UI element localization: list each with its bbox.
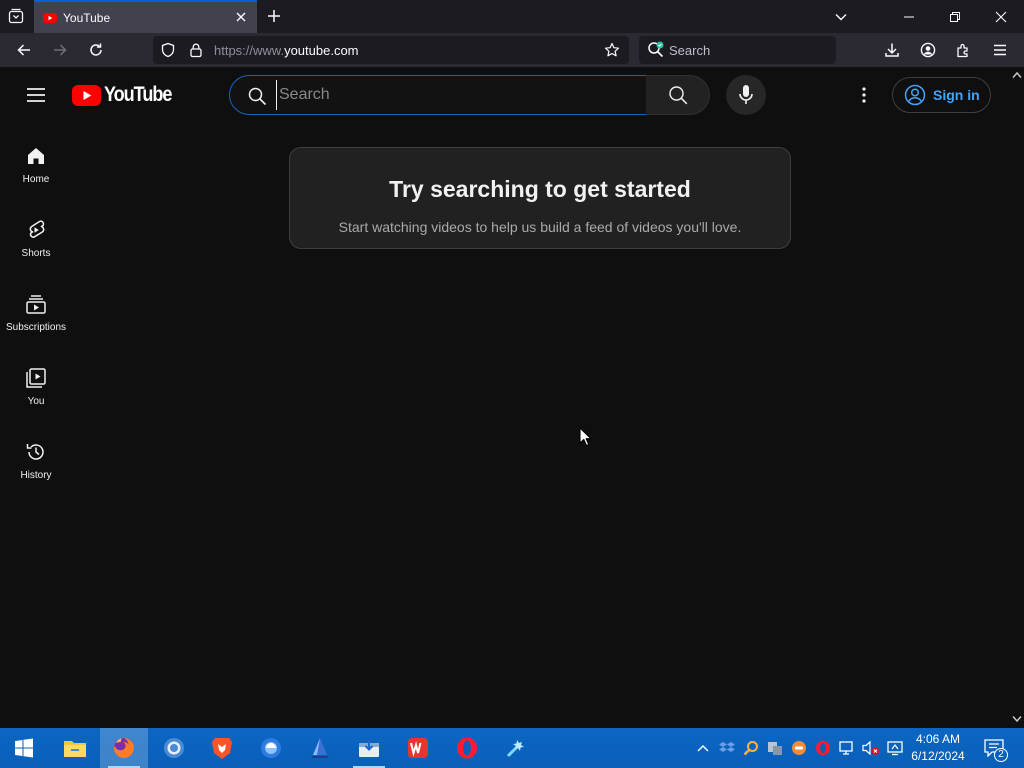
notification-count-badge: 2 [994,748,1008,762]
sailboat-icon[interactable] [296,728,344,768]
url-bar[interactable]: https://www.youtube.com [153,36,629,64]
tray-opera-icon[interactable] [812,728,834,768]
url-scheme: https://www. [214,43,285,58]
tab-youtube[interactable]: YouTube [34,0,257,33]
search-engine-icon [647,41,665,59]
opera-icon[interactable] [443,728,491,768]
youtube-wordmark: YouTube [104,83,172,106]
lock-icon[interactable] [188,42,204,58]
browser-toolbar: https://www.youtube.com Search [0,33,1024,67]
chevron-down-icon[interactable] [831,7,851,27]
url-text[interactable]: https://www.youtube.com [214,43,359,58]
guide-item-you[interactable]: You [4,345,68,419]
windows-taskbar: 4:06 AM 6/12/2024 [0,728,1024,768]
empty-feed-promo: Try searching to get started Start watch… [289,147,791,249]
sign-in-label: Sign in [933,87,980,103]
history-icon [26,444,44,460]
scroll-down-icon[interactable] [1012,714,1022,724]
sign-in-button[interactable]: Sign in [892,77,991,113]
yt-search-input[interactable] [276,80,636,110]
chrome-icon[interactable] [150,728,198,768]
windows-start-icon[interactable] [0,728,48,768]
download-icon[interactable] [880,38,904,62]
home-icon [28,148,44,164]
search-icon [668,86,687,105]
youtube-logo-icon [72,84,101,106]
you-icon [26,368,46,388]
tray-display-icon[interactable] [884,728,906,768]
wps-icon[interactable] [394,728,442,768]
back-icon[interactable] [12,38,36,62]
subscriptions-icon [26,295,46,314]
mouse-cursor-icon [579,427,593,447]
guide-item-history[interactable]: History [4,419,68,493]
browser-icon[interactable] [247,728,295,768]
tray-app-icon[interactable] [788,728,810,768]
forward-icon[interactable] [48,38,72,62]
new-tab-icon[interactable] [264,6,284,26]
close-tab-icon[interactable] [233,9,249,25]
shield-icon[interactable] [160,42,176,58]
restore-icon[interactable] [932,0,978,33]
brave-icon[interactable] [198,728,246,768]
file-explorer-icon[interactable] [51,728,99,768]
minimize-icon[interactable] [886,0,932,33]
menu-icon[interactable] [988,38,1012,62]
guide-item-home[interactable]: Home [4,123,68,197]
clock-date: 6/12/2024 [911,749,965,763]
guide-sidebar: Home Shorts Subscriptions You History [0,123,72,728]
tray-search-icon[interactable] [740,728,762,768]
clock-time: 4:06 AM [915,732,961,746]
browser-search-bar[interactable]: Search [639,36,836,64]
tab-title: YouTube [63,11,111,25]
star-icon[interactable] [604,42,620,58]
shorts-icon [29,220,45,238]
tray-network-icon[interactable] [836,728,858,768]
tool-icon[interactable] [492,728,540,768]
close-window-icon[interactable] [978,0,1024,33]
promo-title: Try searching to get started [389,176,691,202]
scroll-up-icon[interactable] [1012,70,1022,80]
url-host: youtube.com [284,43,359,58]
youtube-header: YouTube Sign in [0,67,1010,123]
account-icon[interactable] [916,38,940,62]
browser-search-placeholder: Search [669,43,711,58]
youtube-logo[interactable]: YouTube [72,83,182,107]
user-circle-icon [904,84,926,106]
firefox-icon[interactable] [100,728,148,768]
search-icon [247,86,267,106]
guide-label-shorts: Shorts [21,248,51,259]
voice-search-button[interactable] [726,75,766,115]
notification-count: 2 [994,748,1008,762]
guide-item-shorts[interactable]: Shorts [4,197,68,271]
tray-dropbox-icon[interactable] [716,728,738,768]
guide-item-subscriptions[interactable]: Subscriptions [4,271,68,345]
guide-label-history: History [20,470,52,481]
page-scrollbar[interactable] [1010,67,1024,728]
browser-tab-strip: YouTube [0,0,1024,33]
guide-label-home: Home [22,174,50,185]
mic-icon [739,85,753,104]
yt-search-button[interactable] [646,75,710,115]
more-vert-icon[interactable] [848,79,880,111]
tab-list-icon[interactable] [4,4,28,28]
guide-label-subscriptions: Subscriptions [5,322,67,333]
promo-subtitle: Start watching videos to help us build a… [338,219,742,235]
show-hidden-icons[interactable] [694,728,712,768]
yt-search-box[interactable] [229,75,647,115]
installer-icon[interactable] [345,728,393,768]
extensions-icon[interactable] [952,38,976,62]
tray-network-drive-icon[interactable] [764,728,786,768]
guide-label-you: You [27,396,45,407]
reload-icon[interactable] [84,38,108,62]
hamburger-icon[interactable] [20,79,52,111]
taskbar-clock[interactable]: 4:06 AM 6/12/2024 [905,731,971,765]
youtube-favicon [43,11,57,25]
tray-volume-muted-icon[interactable] [860,728,882,768]
